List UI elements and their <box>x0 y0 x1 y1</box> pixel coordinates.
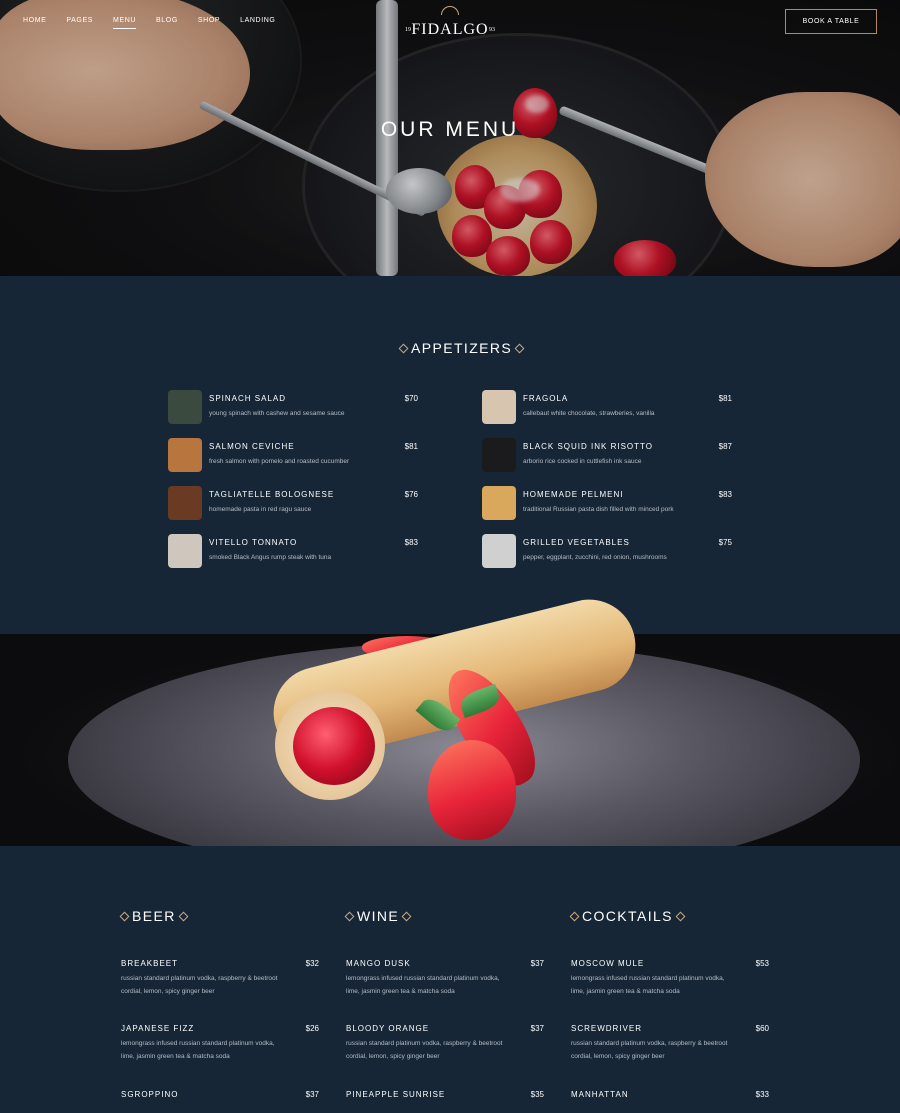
diamond-icon <box>675 911 686 921</box>
item-price: $75 <box>718 538 732 547</box>
dish-thumbnail <box>482 534 516 568</box>
book-table-button[interactable]: BOOK A TABLE <box>785 9 877 34</box>
item-name: VITELLO TONNATO <box>209 538 298 547</box>
fan-icon <box>441 6 459 15</box>
item-price: $26 <box>305 1024 319 1033</box>
item-name: HOMEMADE PELMENI <box>523 490 624 499</box>
item-price: $53 <box>755 959 769 968</box>
nav-item-menu[interactable]: MENU <box>113 17 137 29</box>
item-description: pepper, eggplant, zucchini, red onion, m… <box>523 554 667 561</box>
wine-heading-text: WINE <box>357 908 400 924</box>
strawberry-image <box>428 740 516 840</box>
diamond-icon <box>398 343 409 353</box>
menu-item[interactable]: VITELLO TONNATO smoked Black Angus rump … <box>168 534 418 570</box>
item-price: $32 <box>305 959 319 968</box>
logo-name: FIDALGO <box>411 21 489 38</box>
diamond-icon <box>344 911 355 921</box>
diamond-icon <box>514 343 525 353</box>
beer-heading: BEER <box>119 908 189 924</box>
item-name: BLOODY ORANGE <box>346 1024 430 1033</box>
nav-item-blog[interactable]: BLOG <box>156 17 178 24</box>
diamond-icon <box>569 911 580 921</box>
item-name: TAGLIATELLE BOLOGNESE <box>209 490 335 499</box>
item-price: $37 <box>530 959 544 968</box>
item-description: lemongrass infused russian standard plat… <box>346 975 500 995</box>
nav-item-home[interactable]: HOME <box>23 17 46 24</box>
item-price: $81 <box>404 442 418 451</box>
menu-item[interactable]: GRILLED VEGETABLES pepper, eggplant, zuc… <box>482 534 732 570</box>
diamond-icon <box>119 911 130 921</box>
main-nav: HOME PAGES MENU BLOG SHOP LANDING <box>23 17 295 29</box>
item-name: GRILLED VEGETABLES <box>523 538 630 547</box>
item-description: russian standard platinum vodka, raspber… <box>571 1040 728 1060</box>
item-name: MANGO DUSK <box>346 959 411 968</box>
item-price: $33 <box>755 1090 769 1099</box>
site-logo[interactable]: 19 FIDALGO 93 <box>405 6 495 40</box>
item-price: $37 <box>305 1090 319 1099</box>
item-name: SPINACH SALAD <box>209 394 287 403</box>
item-price: $83 <box>404 538 418 547</box>
item-price: $35 <box>530 1090 544 1099</box>
hero-section: HOME PAGES MENU BLOG SHOP LANDING 19 FID… <box>0 0 900 276</box>
item-price: $70 <box>404 394 418 403</box>
menu-item[interactable]: TAGLIATELLE BOLOGNESE homemade pasta in … <box>168 486 418 522</box>
item-name: SALMON CEVICHE <box>209 442 295 451</box>
item-description: lemongrass infused russian standard plat… <box>571 975 725 995</box>
item-price: $76 <box>404 490 418 499</box>
item-description: callebaut white chocolate, strawberies, … <box>523 410 655 417</box>
beer-heading-text: BEER <box>132 908 176 924</box>
logo-year-right: 93 <box>489 27 495 33</box>
appetizers-heading-text: APPETIZERS <box>411 340 513 356</box>
menu-item[interactable]: SPINACH SALAD young spinach with cashew … <box>168 390 418 426</box>
nav-item-shop[interactable]: SHOP <box>198 17 220 24</box>
item-name: BREAKBEET <box>121 959 179 968</box>
item-name: MANHATTAN <box>571 1090 629 1099</box>
diamond-icon <box>401 911 412 921</box>
menu-item[interactable]: BLACK SQUID INK RISOTTO arborio rice coc… <box>482 438 732 474</box>
nav-item-pages[interactable]: PAGES <box>66 17 93 24</box>
dish-thumbnail <box>482 390 516 424</box>
item-description: russian standard platinum vodka, raspber… <box>121 975 278 995</box>
appetizers-heading: APPETIZERS <box>398 340 525 356</box>
item-name: BLACK SQUID INK RISOTTO <box>523 442 653 451</box>
item-name: JAPANESE FIZZ <box>121 1024 195 1033</box>
diamond-icon <box>178 911 189 921</box>
item-name: SGROPPINO <box>121 1090 179 1099</box>
menu-item[interactable]: FRAGOLA callebaut white chocolate, straw… <box>482 390 732 426</box>
item-name: SCREWDRIVER <box>571 1024 643 1033</box>
item-description: russian standard platinum vodka, raspber… <box>346 1040 503 1060</box>
item-description: fresh salmon with pomelo and roasted cuc… <box>209 458 350 465</box>
item-description: homemade pasta in red ragu sauce <box>209 506 312 513</box>
dish-thumbnail <box>168 486 202 520</box>
item-description: young spinach with cashew and sesame sau… <box>209 410 345 417</box>
item-name: PINEAPPLE SUNRISE <box>346 1090 446 1099</box>
item-price: $37 <box>530 1024 544 1033</box>
drinks-section: BEER BREAKBEET $32 russian standard plat… <box>0 846 900 1113</box>
nav-item-landing[interactable]: LANDING <box>240 17 275 24</box>
dish-thumbnail <box>168 534 202 568</box>
item-description: arborio rice cocked in cuttlefish ink sa… <box>523 458 642 465</box>
item-price: $83 <box>718 490 732 499</box>
item-price: $81 <box>718 394 732 403</box>
menu-item[interactable]: SALMON CEVICHE fresh salmon with pomelo … <box>168 438 418 474</box>
wine-heading: WINE <box>344 908 412 924</box>
dish-thumbnail <box>168 438 202 472</box>
cocktails-heading-text: COCKTAILS <box>582 908 673 924</box>
dish-thumbnail <box>482 438 516 472</box>
dish-thumbnail <box>168 390 202 424</box>
appetizers-section: APPETIZERS SPINACH SALAD young spinach w… <box>0 276 900 634</box>
item-name: FRAGOLA <box>523 394 569 403</box>
cocktails-heading: COCKTAILS <box>569 908 686 924</box>
menu-item[interactable]: HOMEMADE PELMENI traditional Russian pas… <box>482 486 732 522</box>
item-description: lemongrass infused russian standard plat… <box>121 1040 275 1060</box>
item-name: MOSCOW MULE <box>571 959 645 968</box>
item-description: traditional Russian pasta dish filled wi… <box>523 506 674 513</box>
page-title: OUR MENU <box>380 118 520 141</box>
item-description: smoked Black Angus rump steak with tuna <box>209 554 332 561</box>
raspberry-image <box>293 707 375 785</box>
dish-thumbnail <box>482 486 516 520</box>
item-price: $87 <box>718 442 732 451</box>
item-price: $60 <box>755 1024 769 1033</box>
